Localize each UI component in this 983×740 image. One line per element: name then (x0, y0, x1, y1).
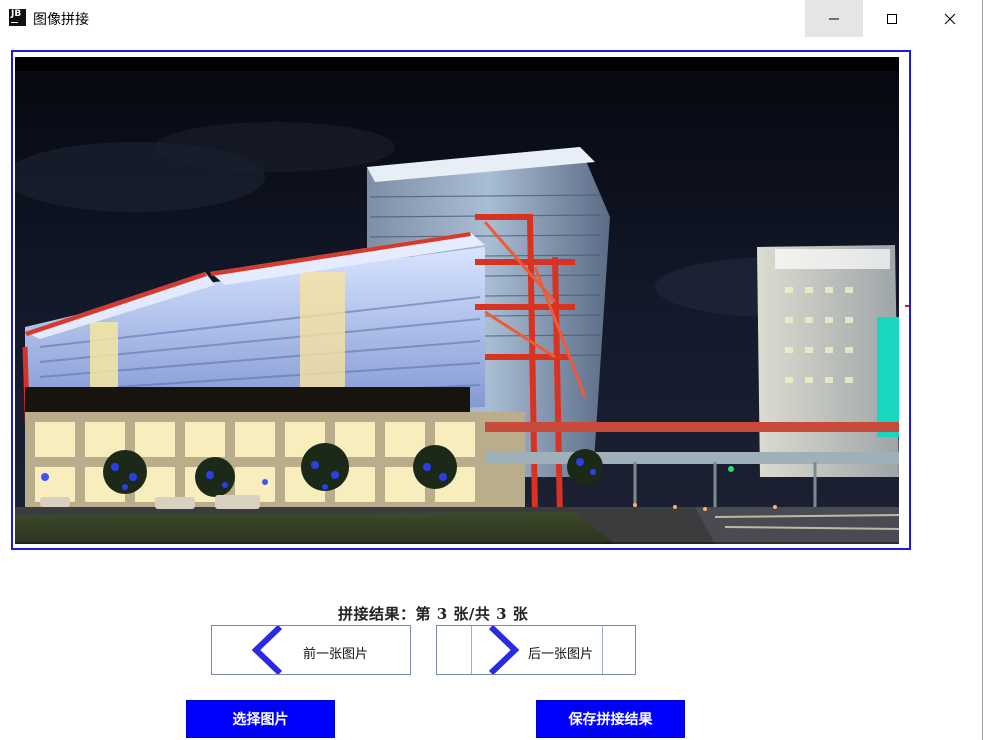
minimize-button[interactable] (805, 0, 863, 37)
main-window: JB 图像拼接 拼接结果：第 3 张/共 3 张 前一张图片 后一张图片 选择图… (0, 0, 983, 740)
title-bar: JB 图像拼接 (0, 0, 982, 37)
close-icon (944, 13, 956, 24)
previous-image-label: 前一张图片 (303, 647, 369, 662)
previous-image-button[interactable]: 前一张图片 (211, 625, 411, 675)
stitched-panorama-image (15, 57, 899, 544)
app-logo-icon: JB (9, 9, 26, 26)
app-logo-text: JB (11, 9, 22, 19)
next-image-label: 后一张图片 (528, 647, 594, 662)
select-images-button[interactable]: 选择图片 (186, 700, 335, 738)
window-title: 图像拼接 (33, 12, 89, 28)
minimize-icon (829, 18, 839, 19)
button-divider (602, 626, 603, 674)
splitter-marker (905, 305, 909, 307)
maximize-button[interactable] (863, 0, 921, 37)
save-stitch-result-button[interactable]: 保存拼接结果 (536, 700, 685, 738)
maximize-icon (887, 13, 897, 24)
button-divider (471, 626, 472, 674)
close-button[interactable] (921, 0, 979, 37)
next-image-button[interactable]: 后一张图片 (436, 625, 636, 675)
chevron-left-icon (251, 626, 283, 674)
image-display-panel (11, 50, 911, 550)
chevron-right-icon (488, 626, 520, 674)
stitch-result-label: 拼接结果：第 3 张/共 3 张 (338, 605, 529, 623)
